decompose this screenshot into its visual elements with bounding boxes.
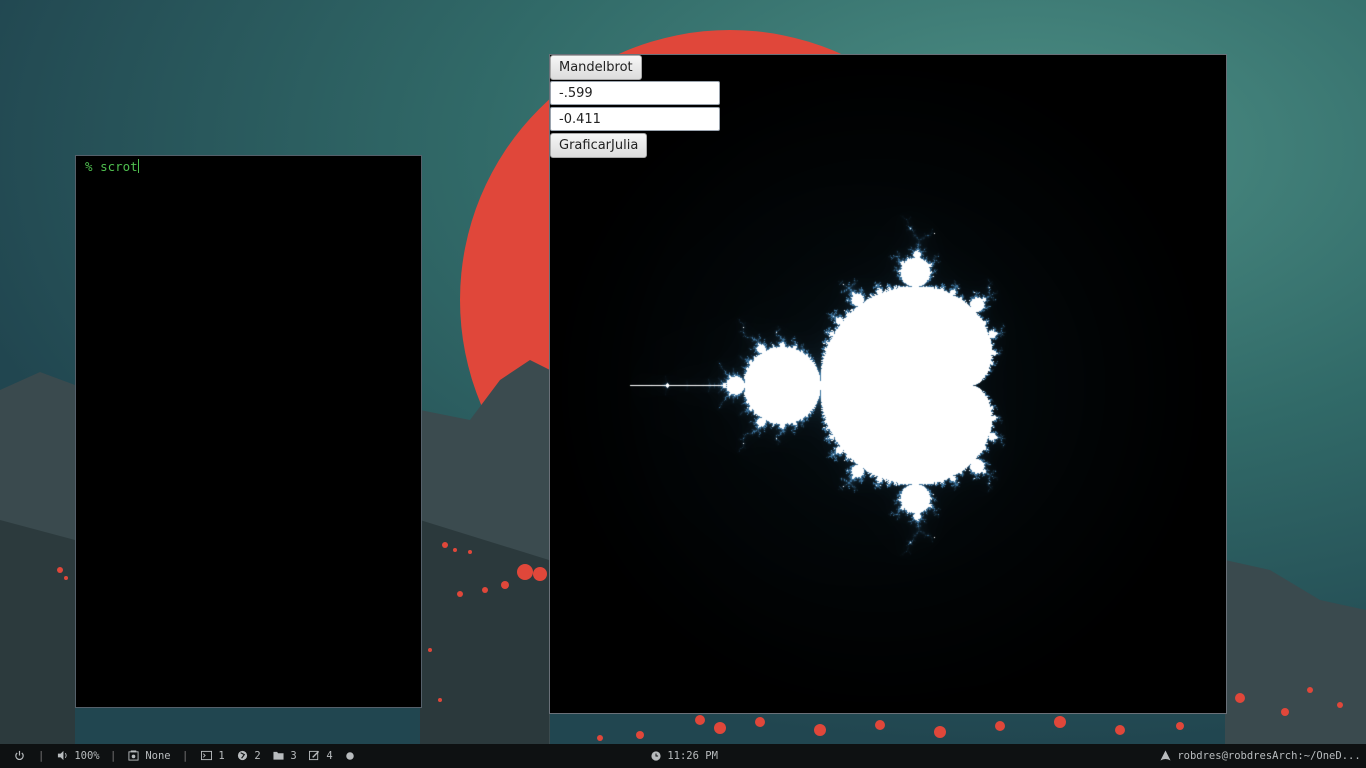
separator: |	[182, 750, 189, 762]
terminal-prompt: %	[85, 159, 93, 174]
media-status: None	[145, 750, 171, 762]
web-icon	[237, 750, 248, 761]
workspace-2-label: 2	[254, 750, 261, 762]
terminal-icon	[201, 750, 212, 761]
imaginary-part-input[interactable]	[550, 107, 720, 131]
separator: |	[110, 750, 117, 762]
workspace-1[interactable]: 1	[201, 749, 225, 763]
mandelbrot-button[interactable]: Mandelbrot	[550, 55, 642, 80]
separator: |	[38, 750, 45, 762]
power-icon[interactable]	[14, 749, 25, 763]
fractal-app-window: Mandelbrot GraficarJulia	[549, 54, 1227, 714]
clock: 11:26 PM	[651, 749, 718, 763]
music-player-icon	[128, 750, 139, 761]
clock-icon	[651, 751, 661, 761]
workspace-2[interactable]: 2	[237, 749, 261, 763]
volume-level: 100%	[74, 750, 100, 762]
clock-time: 11:26 PM	[667, 750, 718, 762]
window-title-text: robdres@robdresArch:~/OneD...	[1177, 750, 1361, 762]
workspace-1-label: 1	[218, 750, 225, 762]
workspace-4-label: 4	[326, 750, 333, 762]
terminal-command: scrot	[100, 159, 138, 174]
speaker-icon	[57, 750, 67, 761]
circle-icon	[346, 752, 354, 760]
workspace-4[interactable]: 4	[309, 749, 333, 763]
workspace-5[interactable]	[345, 749, 355, 763]
media-indicator[interactable]: None	[128, 749, 171, 763]
terminal-line: % scrot	[85, 159, 139, 174]
status-bar: | 100% | None | 1 2 3 4 11:26 PM robdres…	[0, 744, 1366, 768]
workspace-3-label: 3	[290, 750, 297, 762]
real-part-input[interactable]	[550, 81, 720, 105]
edit-icon	[309, 750, 320, 761]
terminal-cursor	[137, 159, 139, 173]
terminal-window[interactable]: % scrot	[75, 155, 422, 708]
plot-julia-button[interactable]: GraficarJulia	[550, 133, 648, 158]
mandelbrot-canvas[interactable]	[550, 55, 1226, 713]
active-window-title[interactable]: robdres@robdresArch:~/OneD...	[1160, 749, 1361, 763]
folder-icon	[273, 751, 284, 760]
volume-indicator[interactable]: 100%	[57, 749, 100, 763]
workspace-3[interactable]: 3	[273, 749, 297, 763]
arch-icon	[1160, 750, 1171, 761]
